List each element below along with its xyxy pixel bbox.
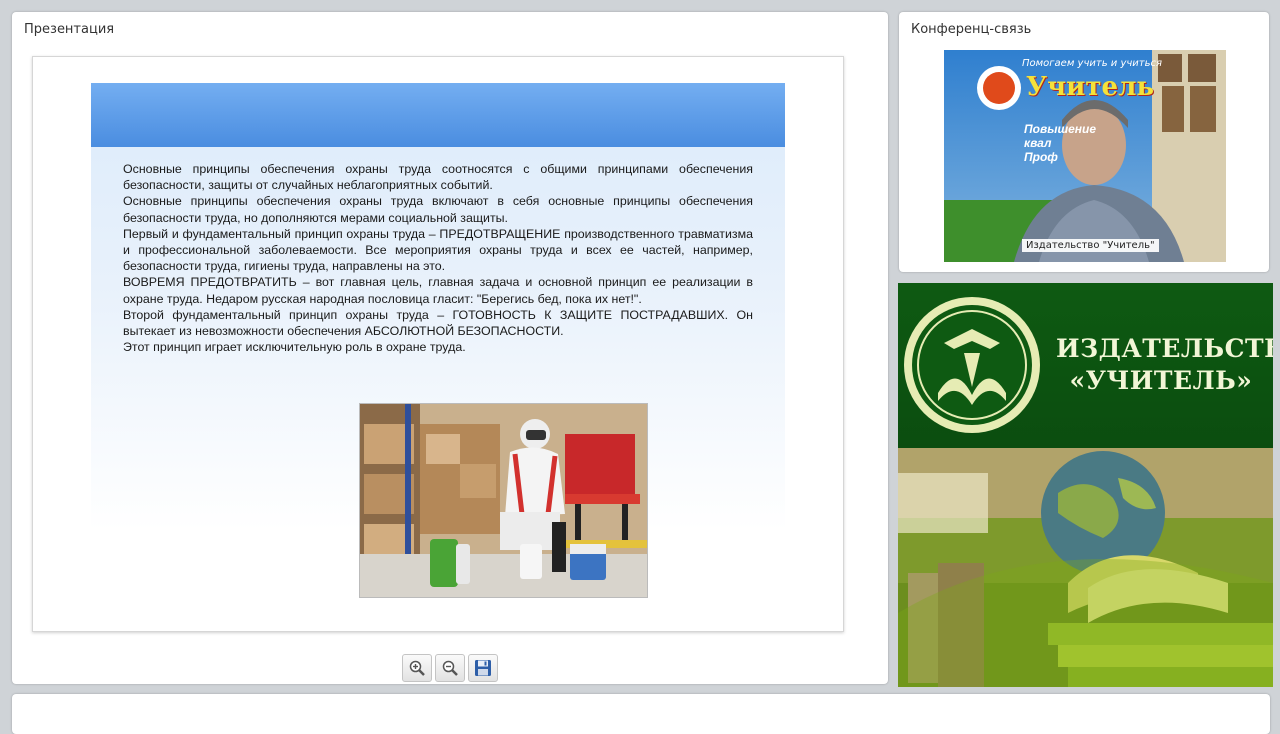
slide-paragraph: Этот принцип играет исключительную роль … bbox=[123, 340, 466, 355]
zoom-out-button[interactable] bbox=[435, 654, 465, 682]
slide-photo-worker-in-protective-suit bbox=[359, 403, 648, 598]
slide-paragraph: Второй фундаментальный принцип охраны тр… bbox=[123, 307, 753, 339]
slide-text: Основные принципы обеспечения охраны тру… bbox=[123, 161, 753, 355]
video-feed[interactable]: Помогаем учить и учиться Учитель Повышен… bbox=[944, 50, 1226, 262]
participant-name-caption: Издательство "Учитель" bbox=[1022, 239, 1159, 252]
bottom-panel bbox=[12, 694, 1270, 734]
zoom-in-button[interactable] bbox=[402, 654, 432, 682]
banner-item: Проф bbox=[1024, 150, 1058, 164]
publisher-banner: ИЗДАТЕЛЬСТВО «УЧИТЕЛЬ» bbox=[898, 283, 1273, 687]
slide: Основные принципы обеспечения охраны тру… bbox=[91, 83, 785, 598]
slide-viewport[interactable]: Основные принципы обеспечения охраны тру… bbox=[32, 56, 844, 632]
zoom-in-icon bbox=[409, 660, 425, 676]
presentation-panel: Презентация Основные принципы обеспечени… bbox=[12, 12, 888, 684]
slide-header-band bbox=[91, 83, 785, 147]
save-button[interactable] bbox=[468, 654, 498, 682]
conference-title: Конференц-связь bbox=[911, 22, 1032, 37]
banner-slogan: Помогаем учить и учиться bbox=[1022, 58, 1163, 69]
publisher-name-line: ИЗДАТЕЛЬСТВО bbox=[1056, 334, 1273, 363]
publisher-name: ИЗДАТЕЛЬСТВО «УЧИТЕЛЬ» bbox=[1056, 333, 1273, 397]
banner-brand: Учитель bbox=[1026, 72, 1155, 102]
publisher-name-line: «УЧИТЕЛЬ» bbox=[1069, 366, 1253, 395]
conference-panel: Конференц-связь Помогаем учить и учиться… bbox=[899, 12, 1269, 272]
floppy-disk-icon bbox=[475, 660, 491, 676]
zoom-out-icon bbox=[442, 660, 458, 676]
slide-paragraph: Основные принципы обеспечения охраны тру… bbox=[123, 194, 753, 225]
banner-item: квал bbox=[1024, 136, 1052, 150]
presentation-title: Презентация bbox=[24, 22, 115, 37]
banner-item: Повышение bbox=[1024, 122, 1097, 136]
slide-paragraph: Первый и фундаментальный принцип охраны … bbox=[123, 226, 753, 274]
slide-paragraph: Основные принципы обеспечения охраны тру… bbox=[123, 162, 753, 193]
slide-paragraph: ВОВРЕМЯ ПРЕДОТВРАТИТЬ – вот главная цель… bbox=[123, 275, 753, 306]
